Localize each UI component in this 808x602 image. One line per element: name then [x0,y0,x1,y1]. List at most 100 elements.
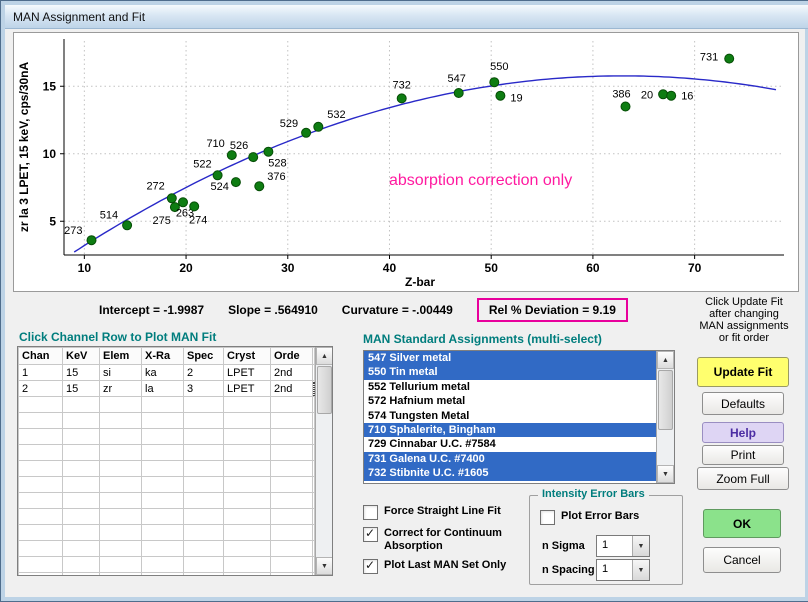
channel-table-row[interactable] [19,493,315,509]
man-standard-item[interactable]: 731 Galena U.C. #7400 [364,452,656,466]
man-standard-item[interactable]: 547 Silver metal [364,351,656,365]
channel-table-row[interactable] [19,461,315,477]
svg-text:15: 15 [43,79,57,93]
scroll-up-icon[interactable]: ▲ [316,347,333,365]
man-standard-item[interactable]: 574 Tungsten Metal [364,409,656,423]
man-standard-item[interactable]: 729 Cinnabar U.C. #7584 [364,437,656,451]
window-titlebar[interactable]: MAN Assignment and Fit [5,5,808,29]
channel-table-header: Chan [19,348,63,365]
checkbox-box[interactable] [363,559,378,574]
channel-table-row[interactable]: 115sika2LPET2ndYes [19,365,315,381]
note-line: Click Update Fit [689,296,799,308]
svg-text:20: 20 [179,261,193,275]
man-fit-chart: 1020304050607051015Z-barzr la 3 LPET, 15… [14,33,796,289]
man-standard-item[interactable]: 550 Tin metal [364,365,656,379]
scroll-up-icon[interactable]: ▲ [657,351,674,369]
y-axis-label: zr la 3 LPET, 15 keV, cps/30nA [17,62,31,233]
man-standard-item[interactable]: 572 Hafnium metal [364,394,656,408]
svg-text:16: 16 [681,91,693,103]
ok-button[interactable]: OK [703,509,781,538]
svg-text:731: 731 [700,52,718,64]
channel-table-scrollbar[interactable]: ▲ ▼ [315,347,333,575]
svg-text:547: 547 [448,73,466,85]
scroll-down-icon[interactable]: ▼ [657,465,674,483]
channel-table-row[interactable]: 215zrla3LPET2ndYes [19,381,315,397]
plot-last-man-checkbox[interactable]: Plot Last MAN Set Only [363,559,533,574]
man-list-label: MAN Standard Assignments (multi-select) [363,332,602,346]
n-sigma-select[interactable]: 1 ▼ [596,535,650,557]
n-spacing-select[interactable]: 1 ▼ [596,559,650,581]
svg-text:273: 273 [64,225,82,237]
man-list-scrollbar[interactable]: ▲ ▼ [656,351,674,483]
checkbox-box[interactable] [540,510,555,525]
print-button[interactable]: Print [702,445,784,465]
svg-text:19: 19 [510,93,522,105]
channel-table-row[interactable] [19,525,315,541]
svg-text:5: 5 [49,214,56,228]
chevron-down-icon[interactable]: ▼ [632,536,649,556]
channel-table-row[interactable] [19,477,315,493]
checkbox-box[interactable] [363,505,378,520]
data-point-550 [490,78,499,87]
n-spacing-label: n Spacing [542,564,595,576]
update-fit-button[interactable]: Update Fit [697,357,789,387]
channel-table-row[interactable] [19,429,315,445]
scroll-track[interactable] [316,415,333,557]
checkbox-box[interactable] [363,527,378,542]
scroll-track[interactable] [657,431,674,465]
scroll-thumb[interactable] [658,370,673,430]
data-point-547 [454,89,463,98]
note-line: or fit order [689,332,799,344]
svg-text:275: 275 [153,215,171,227]
svg-text:70: 70 [688,261,702,275]
channel-table-row[interactable] [19,413,315,429]
data-point-19 [496,91,505,100]
plot-error-bars-checkbox[interactable]: Plot Error Bars [540,510,670,525]
svg-text:710: 710 [206,138,224,150]
channel-table-row[interactable] [19,509,315,525]
n-spacing-value: 1 [597,560,632,580]
data-point-732 [397,94,406,103]
data-point-524 [231,178,240,187]
channel-table-row[interactable] [19,397,315,413]
man-standard-item[interactable]: 732 Stibnite U.C. #1605 [364,466,656,480]
svg-text:30: 30 [281,261,295,275]
man-standard-item[interactable]: 710 Sphalerite, Bingham [364,423,656,437]
svg-text:732: 732 [393,79,411,91]
chevron-down-icon[interactable]: ▼ [632,560,649,580]
channel-table-container: ChanKeVElemX-RaSpecCrystOrdeAbsC115sika2… [17,346,333,576]
scroll-down-icon[interactable]: ▼ [316,557,333,575]
data-point-529 [302,128,311,137]
channel-table-row[interactable] [19,445,315,461]
svg-text:376: 376 [267,171,285,183]
channel-table-row[interactable] [19,541,315,557]
channel-table-row[interactable] [19,573,315,577]
group-title: Intensity Error Bars [538,488,649,500]
note-line: after changing [689,308,799,320]
cancel-button[interactable]: Cancel [703,547,781,573]
man-standard-item[interactable]: 552 Tellurium metal [364,380,656,394]
svg-text:522: 522 [193,158,211,170]
note-line: MAN assignments [689,320,799,332]
intercept-value: Intercept = -1.9987 [99,303,204,317]
channel-table-header: Orde [271,348,313,365]
channel-table-header: Cryst [224,348,271,365]
data-point-731 [725,54,734,63]
correct-continuum-checkbox[interactable]: Correct for Continuum Absorption [363,527,515,553]
data-point-274 [190,202,199,211]
zoom-full-button[interactable]: Zoom Full [697,467,789,490]
defaults-button[interactable]: Defaults [702,392,784,415]
svg-text:274: 274 [189,214,207,226]
svg-text:386: 386 [612,89,630,101]
svg-text:10: 10 [43,147,57,161]
svg-text:524: 524 [211,181,229,193]
svg-text:Z-bar: Z-bar [405,275,435,289]
force-straight-line-checkbox[interactable]: Force Straight Line Fit [363,505,533,520]
curvature-value: Curvature = -.00449 [342,303,453,317]
n-sigma-label: n Sigma [542,540,585,552]
channel-table-row[interactable] [19,557,315,573]
data-point-263 [179,198,188,207]
svg-text:528: 528 [268,158,286,170]
scroll-thumb[interactable] [317,366,332,414]
help-button[interactable]: Help [702,422,784,443]
